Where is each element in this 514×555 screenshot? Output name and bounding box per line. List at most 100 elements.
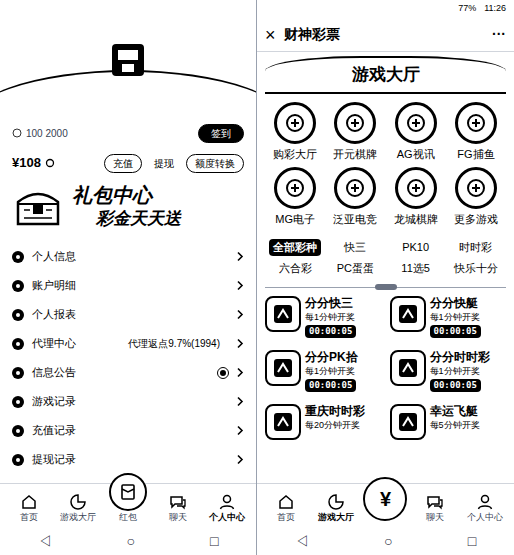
game-logo-icon bbox=[334, 167, 376, 209]
nav-item[interactable]: ¥ bbox=[361, 497, 411, 527]
nav-item[interactable]: 游戏大厅 bbox=[54, 493, 104, 527]
lottery-card[interactable]: 重庆时时彩每20分钟开奖 bbox=[265, 404, 382, 450]
gift-banner[interactable]: 礼包中心彩金天天送 bbox=[12, 178, 244, 234]
countdown: 00:00:05 bbox=[430, 379, 481, 392]
menu-label: 提现记录 bbox=[32, 451, 76, 468]
lottery-tab[interactable]: 快三 bbox=[325, 239, 385, 256]
nav-icon bbox=[20, 493, 38, 511]
nav-item[interactable]: 首页 bbox=[4, 493, 54, 527]
menu-item[interactable]: 充值记录 bbox=[0, 416, 256, 445]
close-button[interactable]: × bbox=[265, 26, 276, 44]
system-button[interactable]: □ bbox=[210, 534, 218, 548]
system-button[interactable]: ○ bbox=[384, 534, 392, 548]
menu-item[interactable]: 代理中心代理返点9.7%(1994) bbox=[0, 329, 256, 358]
app-title: 财神彩票 bbox=[284, 24, 340, 45]
banner-title: 礼包中心 bbox=[72, 183, 181, 208]
lottery-tabs: 全部彩种 快三 PK10时时彩六合彩 PC蛋蛋11选5快乐十分 bbox=[257, 227, 514, 280]
menu-list: 个人信息账户明细个人报表代理中心代理返点9.7%(1994)信息公告游戏记录充值… bbox=[0, 242, 256, 474]
lottery-tab[interactable]: 快乐十分 bbox=[446, 260, 506, 277]
game-item[interactable]: 开元棋牌 bbox=[325, 102, 385, 163]
menu-item[interactable]: 提现记录 bbox=[0, 445, 256, 474]
lottery-card[interactable]: 分分时时彩每1分钟开奖00:00:05 bbox=[390, 350, 507, 396]
badge-dot bbox=[218, 368, 228, 378]
game-label: FG捕鱼 bbox=[457, 146, 494, 163]
nav-item[interactable]: 个人中心 bbox=[460, 493, 510, 527]
lottery-logo-icon bbox=[390, 296, 426, 332]
nav-item[interactable]: 首页 bbox=[261, 493, 311, 527]
sign-button[interactable]: 签到 bbox=[198, 124, 244, 143]
menu-label: 个人报表 bbox=[32, 306, 76, 323]
lottery-card[interactable]: 分分PK拾每1分钟开奖00:00:05 bbox=[265, 350, 382, 396]
treasure-chest-icon bbox=[12, 184, 64, 228]
nav-icon bbox=[327, 493, 345, 511]
game-item[interactable]: 龙城棋牌 bbox=[386, 167, 446, 228]
lottery-tab[interactable]: 时时彩 bbox=[446, 239, 506, 256]
nav-icon bbox=[169, 493, 187, 511]
clock: 11:26 bbox=[484, 2, 506, 16]
tab-label: 六合彩 bbox=[275, 260, 316, 277]
game-item[interactable]: FG捕鱼 bbox=[446, 102, 506, 163]
tab-label: 快乐十分 bbox=[450, 260, 502, 277]
nav-item[interactable]: 红包 bbox=[103, 487, 153, 527]
game-logo-icon bbox=[274, 167, 316, 209]
more-button[interactable]: ··· bbox=[492, 24, 506, 45]
lottery-card[interactable]: 幸运飞艇每5分钟开奖 bbox=[390, 404, 507, 450]
nav-label: 个人中心 bbox=[209, 511, 245, 523]
menu-item[interactable]: 游戏记录 bbox=[0, 387, 256, 416]
game-logo-icon bbox=[455, 102, 497, 144]
menu-item[interactable]: 账户明细 bbox=[0, 271, 256, 300]
lottery-tab[interactable]: 六合彩 bbox=[265, 260, 325, 277]
lottery-text: 分分快三每1分钟开奖00:00:05 bbox=[305, 296, 356, 338]
header-curve bbox=[0, 70, 256, 118]
chevron-icon bbox=[236, 367, 244, 378]
game-item[interactable]: 泛亚电竞 bbox=[325, 167, 385, 228]
menu-item[interactable]: 个人报表 bbox=[0, 300, 256, 329]
lottery-name: 分分时时彩 bbox=[430, 350, 490, 365]
menu-item[interactable]: 个人信息 bbox=[0, 242, 256, 271]
user-id-text: 100 2000 bbox=[26, 126, 68, 141]
menu-icon bbox=[12, 280, 24, 292]
lottery-name: 分分PK拾 bbox=[305, 350, 358, 365]
lottery-card[interactable]: 分分快三每1分钟开奖00:00:05 bbox=[265, 296, 382, 342]
lottery-screen: 77%11:26×财神彩票···游戏大厅购彩大厅开元棋牌AG视讯FG捕鱼MG电子… bbox=[257, 0, 514, 555]
menu-icon bbox=[12, 396, 24, 408]
lottery-card[interactable]: 分分快艇每1分钟开奖00:00:05 bbox=[390, 296, 507, 342]
nav-item[interactable]: 游戏大厅 bbox=[311, 493, 361, 527]
menu-item[interactable]: 信息公告 bbox=[0, 358, 256, 387]
nav-label: 游戏大厅 bbox=[318, 511, 354, 523]
balance-action-button[interactable]: 额度转换 bbox=[186, 154, 244, 173]
game-item[interactable]: MG电子 bbox=[265, 167, 325, 228]
nav-label: 首页 bbox=[277, 511, 295, 523]
nav-item[interactable]: 聊天 bbox=[410, 493, 460, 527]
menu-icon bbox=[12, 425, 24, 437]
system-button[interactable]: ◁ bbox=[38, 534, 52, 548]
nav-icon bbox=[69, 493, 87, 511]
lottery-tab[interactable]: PC蛋蛋 bbox=[325, 260, 385, 277]
game-label: 开元棋牌 bbox=[333, 146, 377, 163]
lottery-logo-icon bbox=[265, 404, 301, 440]
tab-label: 快三 bbox=[340, 239, 370, 256]
lottery-schedule: 每1分钟开奖 bbox=[305, 365, 358, 377]
lottery-text: 重庆时时彩每20分钟开奖 bbox=[305, 404, 365, 431]
game-item[interactable]: 购彩大厅 bbox=[265, 102, 325, 163]
game-item[interactable]: 更多游戏 bbox=[446, 167, 506, 228]
section-title: 游戏大厅 bbox=[352, 62, 420, 88]
game-item[interactable]: AG视讯 bbox=[386, 102, 446, 163]
center-button[interactable]: ¥ bbox=[363, 477, 407, 521]
system-button[interactable]: ○ bbox=[127, 534, 135, 548]
system-button[interactable]: ◁ bbox=[295, 534, 309, 548]
lottery-name: 分分快三 bbox=[305, 296, 356, 311]
lottery-tab[interactable]: 11选5 bbox=[386, 260, 446, 277]
center-button[interactable] bbox=[109, 473, 147, 511]
system-button[interactable]: □ bbox=[468, 534, 476, 548]
balance-action-button[interactable]: 提现 bbox=[150, 155, 178, 172]
lottery-tab[interactable]: 全部彩种 bbox=[265, 239, 325, 256]
balance-action-button[interactable]: 充值 bbox=[104, 154, 142, 173]
game-label: 购彩大厅 bbox=[273, 146, 317, 163]
nav-item[interactable]: 聊天 bbox=[153, 493, 203, 527]
tab-label: 全部彩种 bbox=[269, 239, 321, 256]
nav-item[interactable]: 个人中心 bbox=[202, 493, 252, 527]
lottery-schedule: 每5分钟开奖 bbox=[430, 419, 480, 431]
lottery-tab[interactable]: PK10 bbox=[386, 239, 446, 256]
game-logo-icon bbox=[455, 167, 497, 209]
